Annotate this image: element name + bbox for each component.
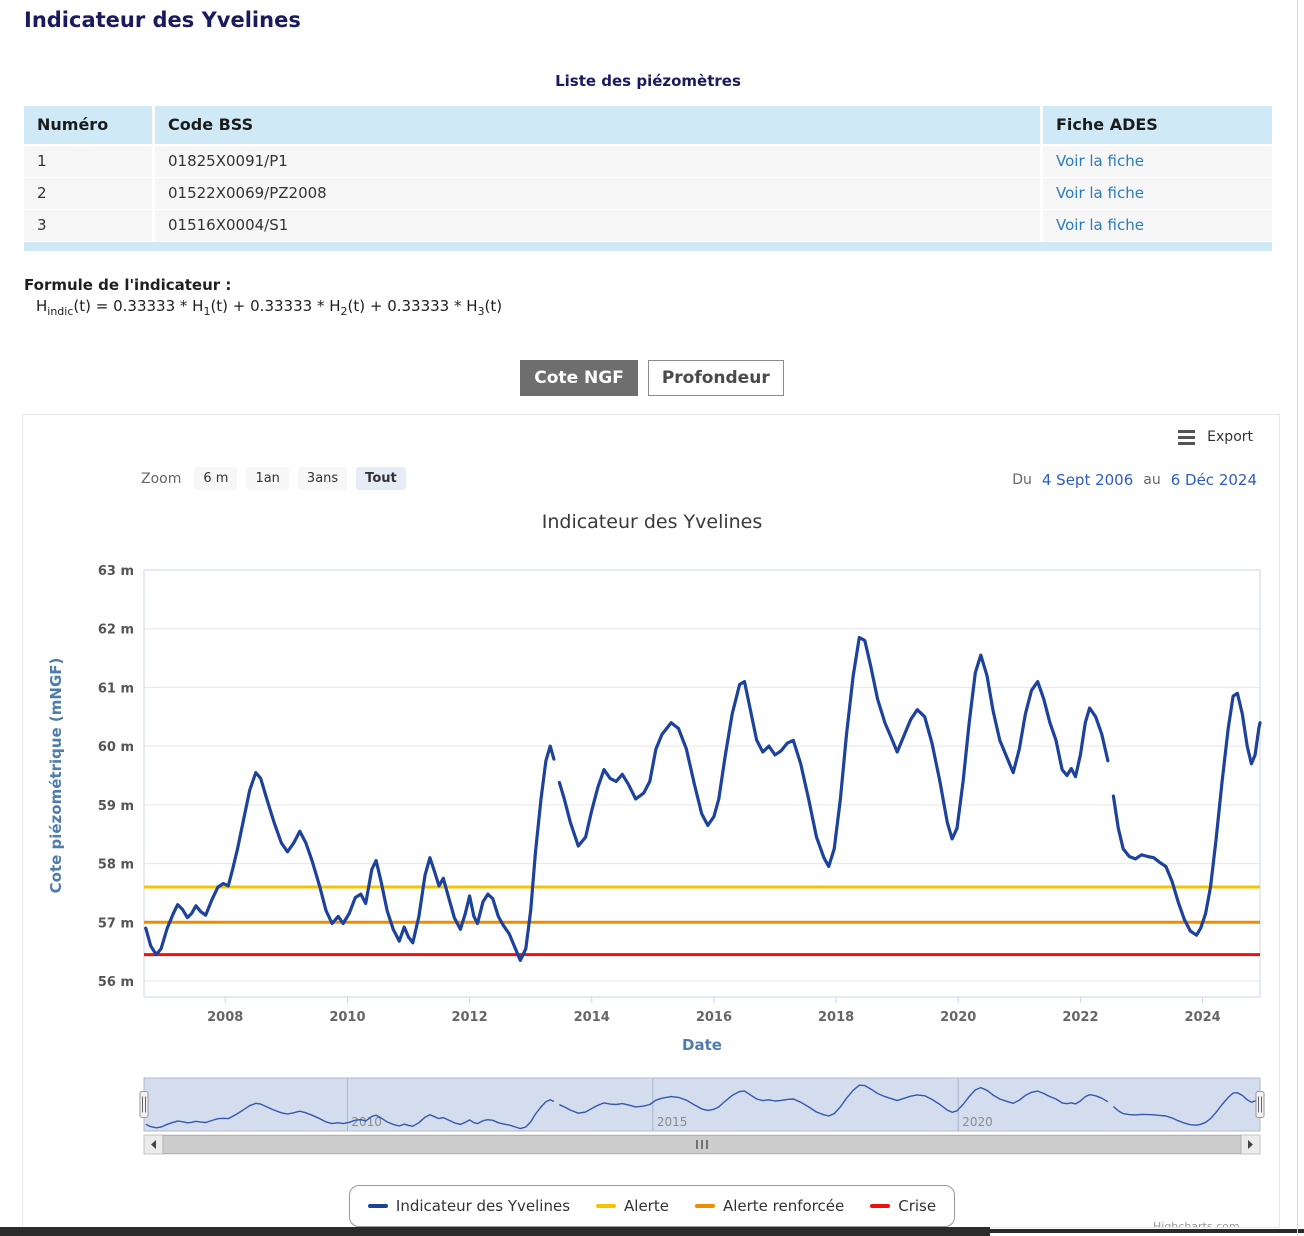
y-axis-title: Cote piézométrique (mNGF) bbox=[47, 658, 65, 894]
chart-title: Indicateur des Yvelines bbox=[23, 511, 1280, 533]
navigator-handle-left[interactable] bbox=[140, 1092, 148, 1118]
column-header-code-bss: Code BSS bbox=[155, 106, 1040, 144]
legend-label: Indicateur des Yvelines bbox=[396, 1197, 570, 1215]
window-right-edge bbox=[1297, 0, 1298, 1236]
table-row: 2 01522X0069/PZ2008 Voir la fiche bbox=[24, 178, 1272, 209]
window-bottom-edge bbox=[990, 1229, 1304, 1233]
table-row: 1 01825X0091/P1 Voir la fiche bbox=[24, 146, 1272, 177]
navigator-mask[interactable] bbox=[144, 1078, 1260, 1131]
x-tick-label: 2018 bbox=[818, 1010, 854, 1025]
y-tick-label: 58 m bbox=[98, 858, 134, 873]
table-row: 3 01516X0004/S1 Voir la fiche bbox=[24, 210, 1272, 241]
column-header-numero: Numéro bbox=[24, 106, 152, 144]
x-tick-label: 2020 bbox=[940, 1010, 976, 1025]
chart-widget: 63 m 62 m 61 m 60 m 59 m 58 m 57 m 56 m 2008 2010… bbox=[22, 414, 1280, 1228]
cell-code-bss: 01516X0004/S1 bbox=[155, 210, 1040, 241]
chart-canvas: 63 m 62 m 61 m 60 m 59 m 58 m 57 m 56 m 2008 2010… bbox=[23, 415, 1280, 1228]
legend-label: Alerte bbox=[624, 1197, 669, 1215]
cell-numero: 3 bbox=[24, 210, 152, 241]
fiche-ades-link[interactable]: Voir la fiche bbox=[1056, 216, 1144, 234]
y-tick-label: 61 m bbox=[98, 681, 134, 696]
series-line bbox=[1113, 693, 1260, 935]
navigator-tick-label: 2015 bbox=[657, 1115, 688, 1129]
x-tick-label: 2014 bbox=[574, 1010, 610, 1025]
y-tick-label: 60 m bbox=[98, 740, 134, 755]
navigator-tick-label: 2020 bbox=[962, 1115, 993, 1129]
column-header-fiche-ades: Fiche ADES bbox=[1043, 106, 1272, 144]
legend-swatch bbox=[596, 1204, 616, 1208]
table-footer-strip bbox=[24, 242, 1272, 251]
formula-expression: Hindic(t) = 0.33333 * H1(t) + 0.33333 * … bbox=[36, 297, 502, 318]
legend-item[interactable]: Alerte renforcée bbox=[695, 1197, 844, 1215]
y-tick-label: 57 m bbox=[98, 916, 134, 931]
x-tick-label: 2022 bbox=[1062, 1010, 1098, 1025]
highcharts-credit[interactable]: Highcharts.com bbox=[1153, 1220, 1240, 1228]
legend-item[interactable]: Indicateur des Yvelines bbox=[368, 1197, 570, 1215]
plot-border bbox=[144, 570, 1260, 997]
legend-label: Crise bbox=[898, 1197, 936, 1215]
y-tick-label: 62 m bbox=[98, 623, 134, 638]
date-range-selector: Du 4 Sept 2006 au 6 Déc 2024 bbox=[1012, 471, 1257, 489]
to-date-input[interactable]: 6 Déc 2024 bbox=[1171, 471, 1257, 489]
from-label: Du bbox=[1012, 472, 1032, 488]
zoom-button-1an[interactable]: 1an bbox=[246, 467, 288, 490]
x-tick-label: 2012 bbox=[451, 1010, 487, 1025]
y-tick-label: 59 m bbox=[98, 799, 134, 814]
x-tick-label: 2016 bbox=[696, 1010, 732, 1025]
page: Indicateur des Yvelines Liste des piézom… bbox=[0, 0, 1304, 1236]
legend-label: Alerte renforcée bbox=[723, 1197, 844, 1215]
piezometer-table-caption: Liste des piézomètres bbox=[24, 72, 1272, 90]
export-button[interactable]: Export bbox=[1178, 429, 1253, 445]
x-tick-label: 2008 bbox=[207, 1010, 243, 1025]
piezometer-table: Numéro Code BSS Fiche ADES 1 01825X0091/… bbox=[24, 106, 1272, 251]
x-tick-label: 2024 bbox=[1184, 1010, 1220, 1025]
series-line bbox=[146, 746, 554, 960]
profondeur-button[interactable]: Profondeur bbox=[648, 360, 784, 396]
navigator-tick-label: 2010 bbox=[351, 1115, 382, 1129]
zoom-range-buttons: Zoom 6 m 1an 3ans Tout bbox=[141, 467, 406, 490]
cell-numero: 1 bbox=[24, 146, 152, 177]
x-axis-title: Date bbox=[682, 1036, 722, 1054]
legend-swatch bbox=[870, 1204, 890, 1208]
y-tick-label: 63 m bbox=[98, 564, 134, 579]
page-title: Indicateur des Yvelines bbox=[24, 8, 301, 32]
legend-swatch bbox=[368, 1204, 388, 1208]
zoom-button-6m[interactable]: 6 m bbox=[194, 467, 237, 490]
navigator-handle-right[interactable] bbox=[1256, 1092, 1264, 1118]
fiche-ades-link[interactable]: Voir la fiche bbox=[1056, 152, 1144, 170]
table-header-row: Numéro Code BSS Fiche ADES bbox=[24, 106, 1272, 144]
view-toggle: Cote NGF Profondeur bbox=[0, 360, 1304, 396]
to-label: au bbox=[1143, 472, 1160, 488]
series-line bbox=[559, 638, 1108, 867]
hamburger-menu-icon[interactable] bbox=[1178, 430, 1195, 445]
cell-numero: 2 bbox=[24, 178, 152, 209]
legend-item[interactable]: Crise bbox=[870, 1197, 936, 1215]
zoom-button-3ans[interactable]: 3ans bbox=[298, 467, 347, 490]
legend: Indicateur des Yvelines Alerte Alerte renf… bbox=[23, 1185, 1280, 1227]
zoom-label: Zoom bbox=[141, 471, 181, 487]
cell-code-bss: 01522X0069/PZ2008 bbox=[155, 178, 1040, 209]
zoom-button-tout[interactable]: Tout bbox=[356, 467, 406, 490]
from-date-input[interactable]: 4 Sept 2006 bbox=[1042, 471, 1133, 489]
legend-item[interactable]: Alerte bbox=[596, 1197, 669, 1215]
cote-ngf-button[interactable]: Cote NGF bbox=[520, 360, 638, 396]
export-label: Export bbox=[1207, 429, 1253, 445]
x-tick-label: 2010 bbox=[329, 1010, 365, 1025]
y-tick-label: 56 m bbox=[98, 975, 134, 990]
window-bottom-bar bbox=[0, 1227, 990, 1236]
legend-swatch bbox=[695, 1204, 715, 1208]
fiche-ades-link[interactable]: Voir la fiche bbox=[1056, 184, 1144, 202]
cell-code-bss: 01825X0091/P1 bbox=[155, 146, 1040, 177]
formula-label: Formule de l'indicateur : bbox=[24, 276, 231, 294]
